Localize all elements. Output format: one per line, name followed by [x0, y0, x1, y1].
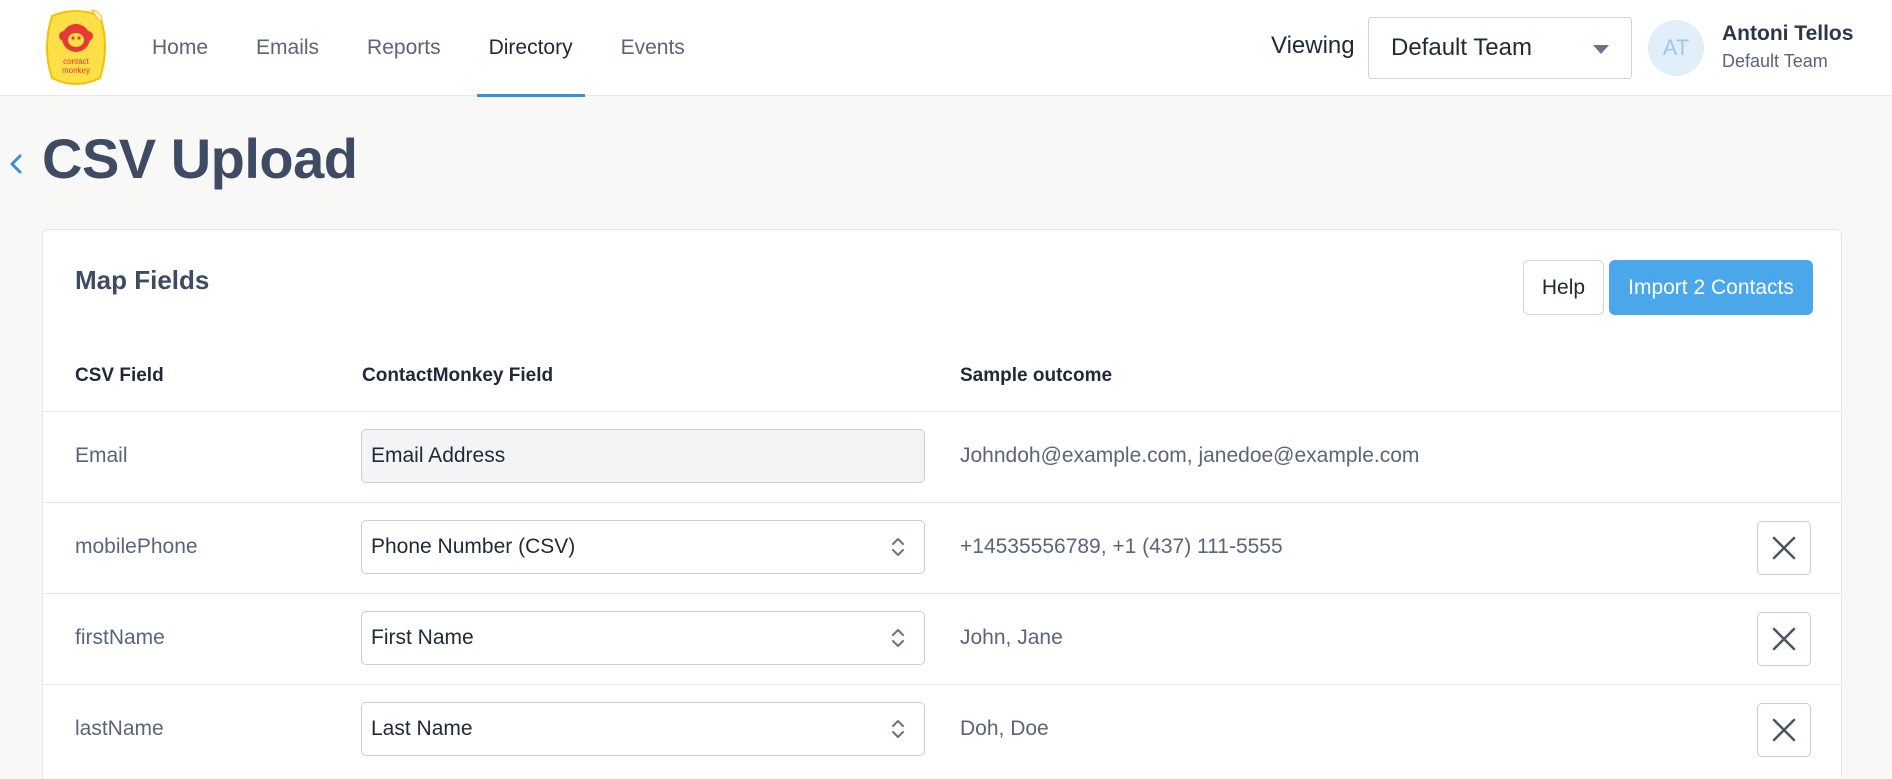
nav-item-home[interactable]: Home — [128, 0, 232, 96]
logo-text-1: contact — [63, 57, 90, 66]
table-row: firstName First Name John, Jane — [43, 593, 1841, 684]
caret-down-icon — [1593, 45, 1609, 54]
csv-field-label: lastName — [75, 717, 164, 740]
nav-item-events[interactable]: Events — [597, 0, 709, 96]
page-title: CSV Upload — [42, 127, 358, 190]
team-select[interactable]: Default Team — [1368, 17, 1632, 79]
contactmonkey-field-select[interactable]: First Name — [361, 611, 925, 665]
table-row: Email Email Address Johndoh@example.com,… — [43, 411, 1841, 502]
field-value: Last Name — [371, 717, 473, 740]
user-team: Default Team — [1722, 51, 1828, 71]
remove-mapping-button[interactable] — [1757, 521, 1811, 575]
help-button[interactable]: Help — [1523, 260, 1604, 315]
field-value: Phone Number (CSV) — [371, 535, 576, 558]
column-header-contactmonkey-field: ContactMonkey Field — [362, 365, 554, 386]
sample-outcome: Johndoh@example.com, janedoe@example.com — [960, 444, 1420, 467]
top-navbar: contact monkey Home Emails Reports Direc… — [0, 0, 1892, 97]
avatar[interactable]: AT — [1648, 20, 1704, 76]
remove-mapping-button[interactable] — [1757, 703, 1811, 757]
sample-outcome: John, Jane — [960, 626, 1063, 649]
sample-outcome: +14535556789, +1 (437) 111-5555 — [960, 535, 1283, 558]
nav-item-directory[interactable]: Directory — [465, 0, 597, 97]
logo-text-2: monkey — [62, 66, 90, 75]
table-row: mobilePhone Phone Number (CSV) +14535556… — [43, 502, 1841, 593]
close-icon — [1772, 536, 1796, 560]
field-value: First Name — [371, 626, 474, 649]
field-value: Email Address — [371, 444, 506, 467]
close-icon — [1772, 627, 1796, 651]
main-nav: Home Emails Reports Directory Events — [128, 0, 709, 97]
contactmonkey-field-select[interactable]: Last Name — [361, 702, 925, 756]
column-header-csv-field: CSV Field — [75, 365, 164, 386]
contactmonkey-logo[interactable]: contact monkey — [42, 6, 110, 90]
chevron-left-icon — [10, 154, 22, 174]
remove-mapping-button[interactable] — [1757, 612, 1811, 666]
table-row: lastName Last Name Doh, Doe — [43, 684, 1841, 775]
contactmonkey-field-readonly: Email Address — [361, 429, 925, 483]
viewing-label: Viewing — [1271, 32, 1355, 59]
chevron-up-down-icon — [890, 717, 906, 741]
map-fields-card: Map Fields Help Import 2 Contacts CSV Fi… — [42, 229, 1842, 779]
csv-field-label: Email — [75, 444, 128, 467]
nav-item-reports[interactable]: Reports — [343, 0, 465, 96]
user-name: Antoni Tellos — [1722, 22, 1854, 45]
chevron-up-down-icon — [890, 626, 906, 650]
nav-item-emails[interactable]: Emails — [232, 0, 343, 96]
close-icon — [1772, 718, 1796, 742]
team-select-value: Default Team — [1391, 34, 1532, 61]
import-contacts-button[interactable]: Import 2 Contacts — [1609, 260, 1813, 315]
card-title: Map Fields — [75, 265, 210, 295]
csv-field-label: mobilePhone — [75, 535, 198, 558]
back-button[interactable] — [4, 148, 28, 180]
column-header-sample-outcome: Sample outcome — [960, 365, 1113, 386]
chevron-up-down-icon — [890, 535, 906, 559]
sample-outcome: Doh, Doe — [960, 717, 1049, 740]
csv-field-label: firstName — [75, 626, 165, 649]
contactmonkey-field-select[interactable]: Phone Number (CSV) — [361, 520, 925, 574]
